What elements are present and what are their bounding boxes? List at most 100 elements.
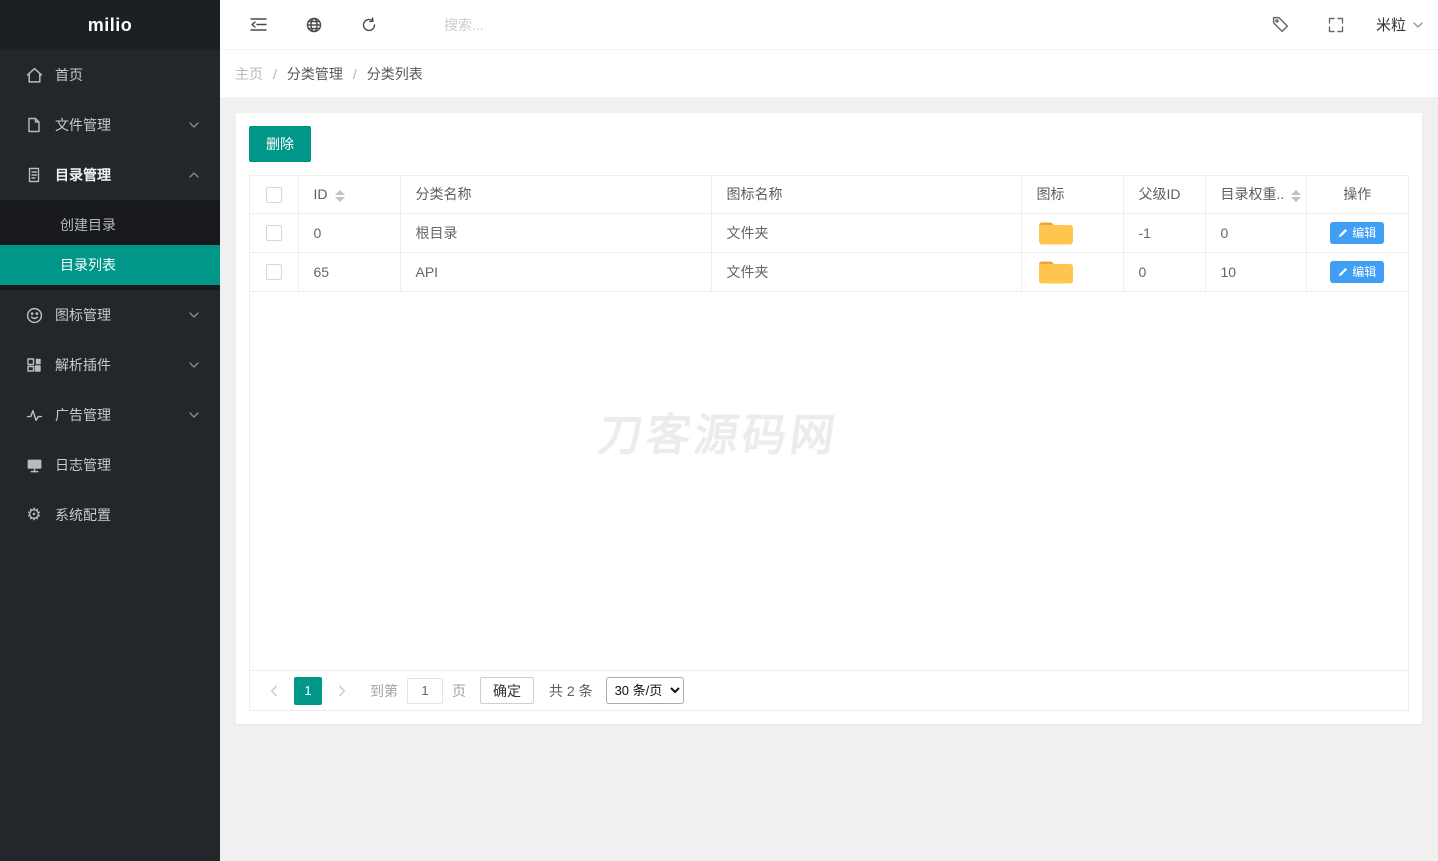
globe-icon[interactable] bbox=[306, 17, 322, 33]
pulse-icon bbox=[25, 406, 43, 424]
edit-button[interactable]: 编辑 bbox=[1330, 261, 1384, 283]
sidebar-item-directory-management[interactable]: 目录管理 bbox=[0, 150, 220, 200]
edit-button[interactable]: 编辑 bbox=[1330, 222, 1384, 244]
table-empty-space bbox=[250, 292, 1408, 671]
column-header-icon: 图标 bbox=[1021, 176, 1123, 213]
file-icon bbox=[25, 116, 43, 134]
search-input[interactable] bbox=[444, 17, 664, 33]
breadcrumb-separator: / bbox=[353, 66, 357, 82]
sidebar: milio 首页 文件管理 目录管理 创建目录 目录列表 bbox=[0, 0, 220, 861]
page-unit-label: 页 bbox=[452, 681, 466, 701]
fullscreen-icon[interactable] bbox=[1328, 17, 1344, 33]
column-header-weight[interactable]: 目录权重.. bbox=[1205, 176, 1306, 213]
sidebar-item-label: 广告管理 bbox=[55, 405, 188, 425]
sidebar-item-system-config[interactable]: ⚙ 系统配置 bbox=[0, 490, 220, 540]
sort-icon[interactable] bbox=[1291, 190, 1301, 202]
sidebar-item-log-management[interactable]: 日志管理 bbox=[0, 440, 220, 490]
blocks-icon bbox=[25, 356, 43, 374]
category-table: ID 分类名称 图标名称 图标 父级ID 目录权重.. 操作 bbox=[250, 176, 1408, 292]
column-header-icon-name: 图标名称 bbox=[711, 176, 1021, 213]
sidebar-item-label: 日志管理 bbox=[55, 455, 200, 475]
cell-icon-name: 文件夹 bbox=[711, 213, 1021, 252]
username: 米粒 bbox=[1376, 14, 1406, 35]
sidebar-item-label: 文件管理 bbox=[55, 115, 188, 135]
sidebar-item-parse-plugins[interactable]: 解析插件 bbox=[0, 340, 220, 390]
cell-icon bbox=[1021, 213, 1123, 252]
user-menu[interactable]: 米粒 bbox=[1376, 14, 1424, 35]
cell-id: 65 bbox=[298, 252, 400, 291]
category-list-card: 删除 ID 分类名称 图标名称 bbox=[236, 113, 1422, 724]
chevron-down-icon bbox=[188, 309, 200, 321]
sort-icon[interactable] bbox=[335, 190, 345, 202]
chevron-down-icon bbox=[188, 119, 200, 131]
sidebar-item-home[interactable]: 首页 bbox=[0, 50, 220, 100]
row-checkbox[interactable] bbox=[266, 264, 282, 280]
column-header-action: 操作 bbox=[1306, 176, 1408, 213]
cell-parent-id: 0 bbox=[1123, 252, 1205, 291]
sidebar-item-label: 目录管理 bbox=[55, 165, 188, 185]
directory-management-submenu: 创建目录 目录列表 bbox=[0, 200, 220, 290]
column-header-id[interactable]: ID bbox=[298, 176, 400, 213]
top-bar-right: 米粒 bbox=[1233, 14, 1424, 35]
table-row: 0 根目录 文件夹 -1 0 bbox=[250, 213, 1408, 252]
cell-name: 根目录 bbox=[400, 213, 711, 252]
main-area: 米粒 主页 / 分类管理 / 分类列表 删除 bbox=[220, 0, 1438, 861]
sidebar-item-label: 首页 bbox=[55, 65, 200, 85]
breadcrumb-category-list: 分类列表 bbox=[367, 64, 423, 84]
collapse-sidebar-icon[interactable] bbox=[250, 17, 267, 32]
cell-icon-name: 文件夹 bbox=[711, 252, 1021, 291]
sidebar-item-label: 解析插件 bbox=[55, 355, 188, 375]
delete-button[interactable]: 删除 bbox=[249, 126, 311, 162]
breadcrumb-home[interactable]: 主页 bbox=[235, 64, 263, 84]
breadcrumb: 主页 / 分类管理 / 分类列表 bbox=[220, 50, 1438, 97]
sidebar-subitem-directory-list[interactable]: 目录列表 bbox=[0, 245, 220, 285]
goto-page-label: 到第 bbox=[370, 681, 398, 701]
refresh-icon[interactable] bbox=[361, 17, 377, 33]
confirm-button[interactable]: 确定 bbox=[480, 677, 534, 704]
cell-parent-id: -1 bbox=[1123, 213, 1205, 252]
content-area: 删除 ID 分类名称 图标名称 bbox=[220, 97, 1438, 861]
total-count-label: 共 2 条 bbox=[549, 681, 593, 701]
category-table-container: ID 分类名称 图标名称 图标 父级ID 目录权重.. 操作 bbox=[249, 175, 1409, 711]
top-bar: 米粒 bbox=[220, 0, 1438, 50]
gear-icon: ⚙ bbox=[25, 506, 43, 524]
app-logo: milio bbox=[0, 0, 220, 50]
tag-icon[interactable] bbox=[1272, 16, 1289, 33]
sidebar-subitem-label: 目录列表 bbox=[60, 255, 116, 275]
home-icon bbox=[25, 66, 43, 84]
goto-page-input[interactable] bbox=[407, 678, 443, 704]
monitor-icon bbox=[25, 456, 43, 474]
cell-name: API bbox=[400, 252, 711, 291]
breadcrumb-category-management: 分类管理 bbox=[287, 64, 343, 84]
prev-page-icon[interactable] bbox=[262, 684, 286, 698]
current-page-button[interactable]: 1 bbox=[294, 677, 322, 705]
sidebar-item-label: 图标管理 bbox=[55, 305, 188, 325]
chevron-up-icon bbox=[188, 169, 200, 181]
column-header-parent-id: 父级ID bbox=[1123, 176, 1205, 213]
next-page-icon[interactable] bbox=[330, 684, 354, 698]
breadcrumb-separator: / bbox=[273, 66, 277, 82]
app-logo-text: milio bbox=[88, 15, 133, 36]
sidebar-item-ad-management[interactable]: 广告管理 bbox=[0, 390, 220, 440]
cell-weight: 0 bbox=[1205, 213, 1306, 252]
pagination-bar: 1 到第 页 确定 共 2 条 30 条/页 bbox=[250, 670, 1408, 710]
document-lines-icon bbox=[25, 166, 43, 184]
sidebar-item-icon-management[interactable]: 图标管理 bbox=[0, 290, 220, 340]
sidebar-subitem-create-directory[interactable]: 创建目录 bbox=[0, 205, 220, 245]
cell-id: 0 bbox=[298, 213, 400, 252]
sidebar-item-label: 系统配置 bbox=[55, 505, 200, 525]
chevron-down-icon bbox=[188, 409, 200, 421]
select-all-checkbox[interactable] bbox=[266, 187, 282, 203]
pencil-icon bbox=[1338, 228, 1348, 238]
folder-icon bbox=[1037, 219, 1075, 246]
sidebar-subitem-label: 创建目录 bbox=[60, 215, 116, 235]
column-header-name: 分类名称 bbox=[400, 176, 711, 213]
pencil-icon bbox=[1338, 267, 1348, 277]
folder-icon bbox=[1037, 258, 1075, 285]
chevron-down-icon bbox=[188, 359, 200, 371]
page-size-select[interactable]: 30 条/页 bbox=[606, 677, 684, 704]
cell-icon bbox=[1021, 252, 1123, 291]
row-checkbox[interactable] bbox=[266, 225, 282, 241]
sidebar-item-file-management[interactable]: 文件管理 bbox=[0, 100, 220, 150]
chevron-down-icon bbox=[1412, 19, 1424, 31]
